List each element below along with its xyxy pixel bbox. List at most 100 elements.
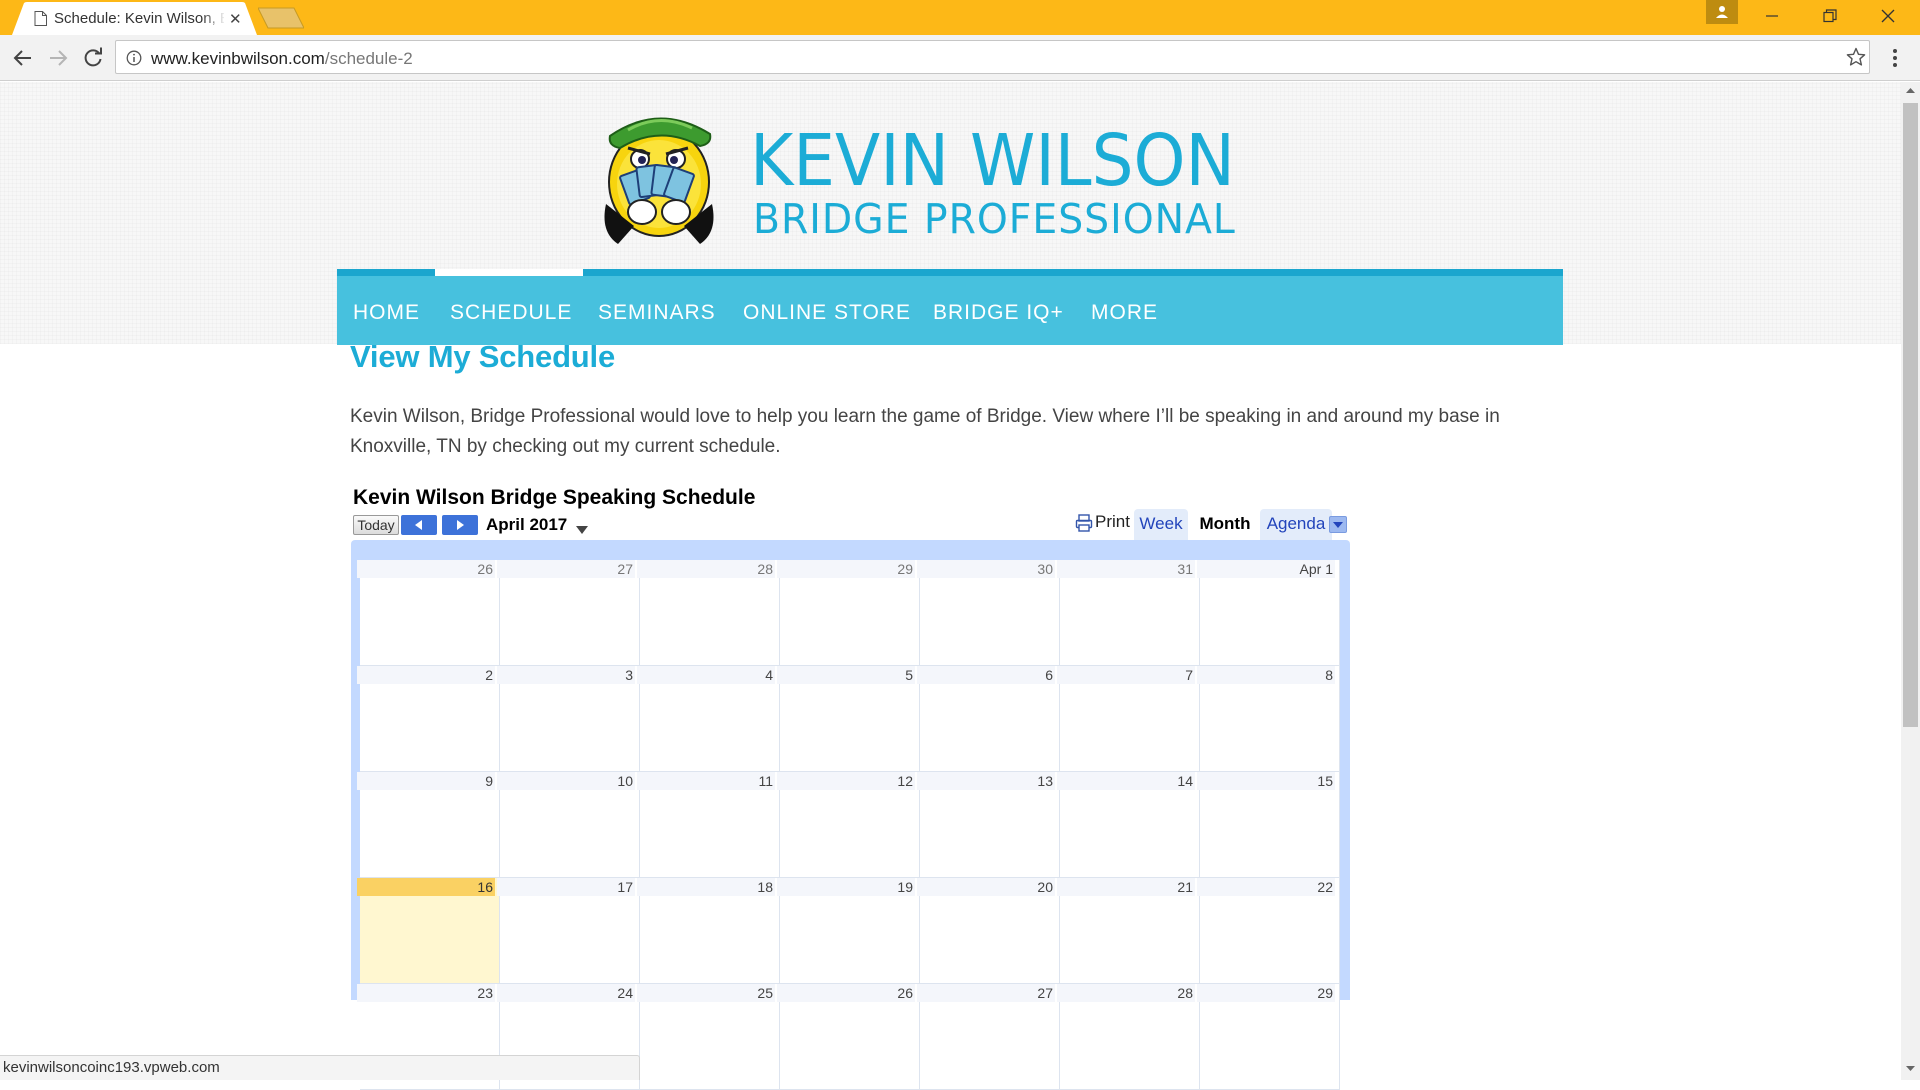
calendar-day-number[interactable]: 10 (497, 772, 635, 790)
browser-menu-icon[interactable] (1890, 47, 1900, 69)
calendar-day-number[interactable]: 30 (917, 560, 1055, 578)
nav-home[interactable]: HOME (353, 301, 420, 325)
calendar-day-cell[interactable]: 27 (497, 560, 640, 666)
calendar-day-cell[interactable]: 17 (497, 878, 640, 984)
calendar-day-number[interactable]: 13 (917, 772, 1055, 790)
calendar-day-number[interactable]: 22 (1197, 878, 1335, 896)
calendar-day-cell[interactable]: 29 (1197, 984, 1340, 1090)
calendar-day-number[interactable]: 19 (777, 878, 915, 896)
calendar-day-cell[interactable]: 9 (357, 772, 500, 878)
calendar-day-number[interactable]: 8 (1197, 666, 1335, 684)
calendar-day-cell[interactable]: 27 (917, 984, 1060, 1090)
calendar-day-cell[interactable]: 25 (637, 984, 780, 1090)
calendar-day-cell[interactable]: 14 (1057, 772, 1200, 878)
calendar-day-cell[interactable]: 19 (777, 878, 920, 984)
calendar-day-number[interactable]: 11 (637, 772, 775, 790)
calendar-day-cell[interactable]: 31 (1057, 560, 1200, 666)
scroll-up-arrow-icon[interactable] (1901, 82, 1920, 99)
month-dropdown-icon[interactable] (576, 521, 588, 539)
calendar-day-number[interactable]: 29 (1197, 984, 1335, 1002)
calendar-day-number[interactable]: 12 (777, 772, 915, 790)
calendar-day-cell[interactable]: 30 (917, 560, 1060, 666)
calendar-day-number[interactable]: 31 (1057, 560, 1195, 578)
site-info-icon[interactable] (126, 50, 142, 71)
calendar-next-button[interactable] (442, 515, 478, 535)
calendar-day-number[interactable]: 6 (917, 666, 1055, 684)
calendar-day-number[interactable]: 28 (1057, 984, 1195, 1002)
calendar-day-number[interactable]: 20 (917, 878, 1055, 896)
view-options-dropdown[interactable] (1329, 516, 1347, 533)
calendar-day-cell[interactable]: 26 (357, 560, 500, 666)
nav-more[interactable]: MORE (1091, 301, 1158, 325)
new-tab-button[interactable] (257, 7, 305, 29)
scrollbar-thumb[interactable] (1903, 103, 1918, 727)
calendar-day-cell[interactable]: 6 (917, 666, 1060, 772)
nav-schedule[interactable]: SCHEDULE (450, 301, 572, 325)
tab-week[interactable]: Week (1134, 509, 1188, 541)
calendar-day-number[interactable]: 27 (497, 560, 635, 578)
calendar-day-number[interactable]: 17 (497, 878, 635, 896)
site-logo[interactable] (600, 104, 718, 247)
calendar-day-number[interactable]: 4 (637, 666, 775, 684)
scroll-down-arrow-icon[interactable] (1901, 1060, 1920, 1077)
calendar-day-number[interactable]: 18 (637, 878, 775, 896)
calendar-prev-button[interactable] (401, 515, 437, 535)
calendar-day-number[interactable]: 9 (357, 772, 495, 790)
bookmark-star-icon[interactable] (1846, 47, 1866, 72)
calendar-day-cell[interactable]: 3 (497, 666, 640, 772)
calendar-day-number[interactable]: 15 (1197, 772, 1335, 790)
calendar-day-number[interactable]: 28 (637, 560, 775, 578)
calendar-day-number[interactable]: 5 (777, 666, 915, 684)
calendar-day-cell[interactable]: 13 (917, 772, 1060, 878)
calendar-day-cell[interactable]: 21 (1057, 878, 1200, 984)
window-minimize-button[interactable] (1743, 0, 1801, 33)
calendar-day-cell[interactable]: 28 (1057, 984, 1200, 1090)
calendar-day-cell[interactable]: Apr 1 (1197, 560, 1340, 666)
calendar-day-cell[interactable]: 15 (1197, 772, 1340, 878)
browser-tab-active[interactable]: Schedule: Kevin Wilson, Bridge Professio… (12, 2, 257, 35)
calendar-day-cell[interactable]: 8 (1197, 666, 1340, 772)
nav-seminars[interactable]: SEMINARS (598, 301, 716, 325)
reload-icon[interactable] (80, 45, 106, 71)
calendar-day-number[interactable]: 2 (357, 666, 495, 684)
calendar-day-cell[interactable]: 10 (497, 772, 640, 878)
window-close-button[interactable] (1859, 0, 1917, 33)
calendar-day-cell[interactable]: 20 (917, 878, 1060, 984)
forward-arrow-icon[interactable] (45, 45, 71, 71)
calendar-day-cell[interactable]: 11 (637, 772, 780, 878)
calendar-day-number[interactable]: 16 (357, 878, 495, 896)
calendar-day-cell[interactable]: 18 (637, 878, 780, 984)
profile-icon[interactable] (1706, 0, 1738, 24)
calendar-day-number[interactable]: 26 (777, 984, 915, 1002)
calendar-day-cell[interactable]: 28 (637, 560, 780, 666)
page-scrollbar[interactable] (1901, 82, 1920, 1080)
calendar-day-cell[interactable]: 2 (357, 666, 500, 772)
nav-online-store[interactable]: ONLINE STORE (743, 301, 911, 325)
calendar-day-number[interactable]: 26 (357, 560, 495, 578)
calendar-day-cell[interactable]: 4 (637, 666, 780, 772)
calendar-day-number[interactable]: 23 (357, 984, 495, 1002)
calendar-day-number[interactable]: 7 (1057, 666, 1195, 684)
calendar-day-cell[interactable]: 7 (1057, 666, 1200, 772)
tab-agenda[interactable]: Agenda (1260, 509, 1332, 541)
calendar-day-cell[interactable]: 16 (357, 878, 500, 984)
calendar-day-cell[interactable]: 12 (777, 772, 920, 878)
calendar-day-number[interactable]: 27 (917, 984, 1055, 1002)
calendar-today-button[interactable]: Today (353, 515, 399, 535)
calendar-day-number[interactable]: Apr 1 (1197, 560, 1335, 578)
tab-month[interactable]: Month (1193, 509, 1257, 541)
calendar-day-cell[interactable]: 29 (777, 560, 920, 666)
calendar-day-cell[interactable]: 22 (1197, 878, 1340, 984)
address-bar[interactable]: www.kevinbwilson.com/schedule-2 (115, 40, 1870, 74)
calendar-day-number[interactable]: 14 (1057, 772, 1195, 790)
nav-bridge-iq[interactable]: BRIDGE IQ+ (933, 301, 1064, 325)
calendar-day-number[interactable]: 24 (497, 984, 635, 1002)
calendar-day-cell[interactable]: 5 (777, 666, 920, 772)
back-arrow-icon[interactable] (10, 45, 36, 71)
calendar-day-number[interactable]: 21 (1057, 878, 1195, 896)
tab-close-icon[interactable]: ✕ (229, 10, 242, 28)
calendar-day-number[interactable]: 3 (497, 666, 635, 684)
calendar-day-number[interactable]: 25 (637, 984, 775, 1002)
calendar-day-cell[interactable]: 26 (777, 984, 920, 1090)
calendar-day-number[interactable]: 29 (777, 560, 915, 578)
